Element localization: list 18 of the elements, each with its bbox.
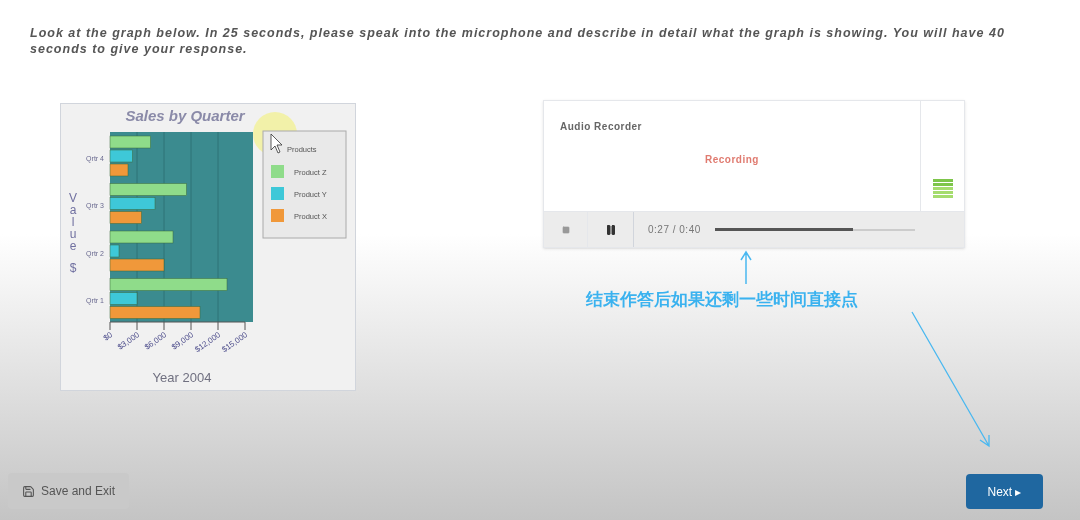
chart-title: Sales by Quarter bbox=[125, 107, 245, 124]
tick-label: $0 bbox=[101, 330, 115, 343]
time-readout: 0:27 / 0:40 bbox=[648, 223, 701, 237]
instructions-text: Look at the graph below. In 25 seconds, please speak into the microphone and describe in detail what the graph is showing. You will have 40 seconds to give your response. bbox=[30, 25, 1006, 57]
recording-status: Recording bbox=[705, 153, 759, 167]
stop-icon bbox=[561, 225, 570, 234]
bar bbox=[109, 211, 142, 224]
y-axis-label: Value $ bbox=[69, 191, 77, 275]
pause-icon bbox=[604, 223, 617, 236]
bar bbox=[109, 163, 129, 177]
cursor-icon bbox=[270, 133, 283, 154]
x-axis-label: Year 2004 bbox=[152, 370, 212, 385]
next-button[interactable]: Next ▸ bbox=[966, 474, 1043, 509]
level-meter-icon bbox=[932, 179, 953, 199]
annotation-text: 结束作答后如果还剩一些时间直接点 bbox=[586, 289, 858, 311]
annotation-arrow bbox=[740, 250, 752, 284]
save-icon bbox=[22, 484, 35, 498]
recorder-title: Audio Recorder bbox=[560, 120, 642, 134]
